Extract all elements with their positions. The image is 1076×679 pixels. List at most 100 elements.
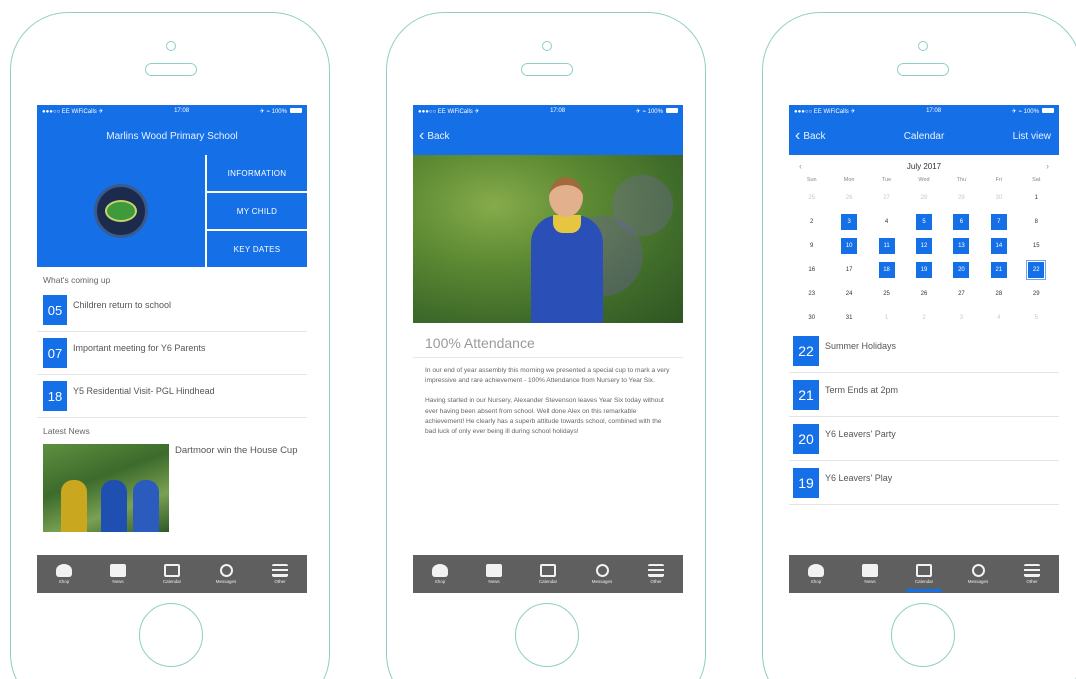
tab-calendar[interactable]: Calendar	[902, 555, 946, 593]
tab-news[interactable]: News	[848, 555, 892, 593]
news-icon	[110, 564, 126, 577]
event-date-badge: 18	[43, 381, 67, 411]
event-day-marker: 5	[915, 214, 932, 230]
home-button[interactable]	[891, 603, 955, 667]
calendar-day[interactable]: 29	[1018, 283, 1055, 305]
calendar-day[interactable]: 12	[905, 235, 942, 257]
home-button[interactable]	[139, 603, 203, 667]
calendar-day[interactable]: 28	[980, 283, 1017, 305]
calendar-day[interactable]: 27	[868, 187, 905, 209]
calendar-day[interactable]: 20	[943, 259, 980, 281]
next-month-button[interactable]: ›	[1046, 161, 1049, 171]
event-item[interactable]: 05 Children return to school	[37, 289, 307, 332]
event-title: Y6 Leavers' Party	[825, 428, 896, 439]
calendar-event-item[interactable]: 20 Y6 Leavers' Party	[789, 417, 1059, 461]
event-day-marker: 7	[990, 214, 1007, 230]
calendar-day[interactable]: 3	[830, 211, 867, 233]
weekday-label: Tue	[881, 177, 892, 183]
calendar-day[interactable]: 5	[905, 211, 942, 233]
calendar-day[interactable]: 28	[905, 187, 942, 209]
calendar-day[interactable]: 2	[905, 307, 942, 329]
calendar-day[interactable]: 26	[905, 283, 942, 305]
tab-label: Calendar	[162, 579, 182, 584]
calendar-day[interactable]: 8	[1018, 211, 1055, 233]
tab-calendar[interactable]: Calendar	[150, 555, 194, 593]
tab-messages[interactable]: Messages	[204, 555, 248, 593]
calendar-day[interactable]: 11	[868, 235, 905, 257]
tab-other[interactable]: Other	[634, 555, 678, 593]
calendar-day[interactable]: 19	[905, 259, 942, 281]
speaker-icon	[897, 63, 949, 76]
key-dates-button[interactable]: KEY DATES	[207, 231, 307, 267]
event-day-marker: 6	[953, 214, 970, 230]
calendar-day[interactable]: 22	[1018, 259, 1055, 281]
calendar-day[interactable]: 24	[830, 283, 867, 305]
tab-shop[interactable]: Shop	[418, 555, 462, 593]
list-view-button[interactable]: List view	[1013, 131, 1051, 142]
calendar-day[interactable]: 27	[943, 283, 980, 305]
tab-other[interactable]: Other	[1010, 555, 1054, 593]
calendar-event-item[interactable]: 19 Y6 Leavers' Play	[789, 461, 1059, 505]
calendar-day[interactable]: 23	[793, 283, 830, 305]
event-day-marker: 3	[841, 214, 858, 230]
calendar-day[interactable]: 21	[980, 259, 1017, 281]
calendar-day[interactable]: 13	[943, 235, 980, 257]
calendar-day[interactable]: 6	[943, 211, 980, 233]
tab-calendar[interactable]: Calendar	[526, 555, 570, 593]
nav-bar: ‹ Back	[413, 117, 683, 155]
event-item[interactable]: 18 Y5 Residential Visit- PGL Hindhead	[37, 375, 307, 418]
calendar-day[interactable]: 29	[943, 187, 980, 209]
school-logo	[94, 184, 148, 238]
home-screen: ●●●○○ EE WiFiCalls ✈ 17:08 ✈ ⌁ 100% Marl…	[37, 105, 307, 593]
calendar-day[interactable]: 15	[1018, 235, 1055, 257]
tab-other[interactable]: Other	[258, 555, 302, 593]
calendar-day[interactable]: 2	[793, 211, 830, 233]
tab-label: News	[112, 579, 124, 584]
tab-shop[interactable]: Shop	[794, 555, 838, 593]
calendar-day[interactable]: 1	[868, 307, 905, 329]
tab-shop[interactable]: Shop	[42, 555, 86, 593]
mockup-stage: ●●●○○ EE WiFiCalls ✈ 17:08 ✈ ⌁ 100% Marl…	[0, 0, 1076, 679]
information-button[interactable]: INFORMATION	[207, 155, 307, 191]
carrier-label: ●●●○○ EE WiFiCalls ✈	[418, 108, 480, 115]
tab-messages[interactable]: Messages	[580, 555, 624, 593]
tab-label: Messages	[591, 579, 613, 584]
menu-icon	[1024, 564, 1040, 577]
calendar-day[interactable]: 17	[830, 259, 867, 281]
calendar-day[interactable]: 7	[980, 211, 1017, 233]
page-title: Marlins Wood Primary School	[106, 130, 238, 142]
hero-section: INFORMATION MY CHILD KEY DATES	[37, 155, 307, 267]
calendar-day[interactable]: 1	[1018, 187, 1055, 209]
back-button[interactable]: ‹ Back	[795, 128, 826, 144]
calendar-event-item[interactable]: 22 Summer Holidays	[789, 329, 1059, 373]
back-button[interactable]: ‹ Back	[419, 128, 450, 144]
page-title: Calendar	[903, 130, 945, 142]
calendar-day[interactable]: 10	[830, 235, 867, 257]
tab-news[interactable]: News	[472, 555, 516, 593]
calendar-day[interactable]: 30	[980, 187, 1017, 209]
home-button[interactable]	[515, 603, 579, 667]
status-bar: ●●●○○ EE WiFiCalls ✈ 17:08 ✈ ⌁ 100%	[413, 105, 683, 117]
calendar-day[interactable]: 9	[793, 235, 830, 257]
tab-news[interactable]: News	[96, 555, 140, 593]
tab-messages[interactable]: Messages	[956, 555, 1000, 593]
calendar-day[interactable]: 26	[830, 187, 867, 209]
calendar-day[interactable]: 3	[943, 307, 980, 329]
calendar-event-item[interactable]: 21 Term Ends at 2pm	[789, 373, 1059, 417]
calendar-day[interactable]: 16	[793, 259, 830, 281]
my-child-button[interactable]: MY CHILD	[207, 193, 307, 229]
weekday-label: Thu	[956, 177, 967, 183]
calendar-day[interactable]: 30	[793, 307, 830, 329]
prev-month-button[interactable]: ‹	[799, 161, 802, 171]
calendar-day[interactable]: 5	[1018, 307, 1055, 329]
event-item[interactable]: 07 Important meeting for Y6 Parents	[37, 332, 307, 375]
event-title: Y6 Leavers' Play	[825, 472, 893, 483]
calendar-day[interactable]: 4	[868, 211, 905, 233]
news-item[interactable]: Dartmoor win the House Cup	[37, 440, 307, 536]
calendar-day[interactable]: 25	[868, 283, 905, 305]
calendar-day[interactable]: 31	[830, 307, 867, 329]
calendar-day[interactable]: 25	[793, 187, 830, 209]
calendar-day[interactable]: 18	[868, 259, 905, 281]
calendar-day[interactable]: 14	[980, 235, 1017, 257]
calendar-day[interactable]: 4	[980, 307, 1017, 329]
